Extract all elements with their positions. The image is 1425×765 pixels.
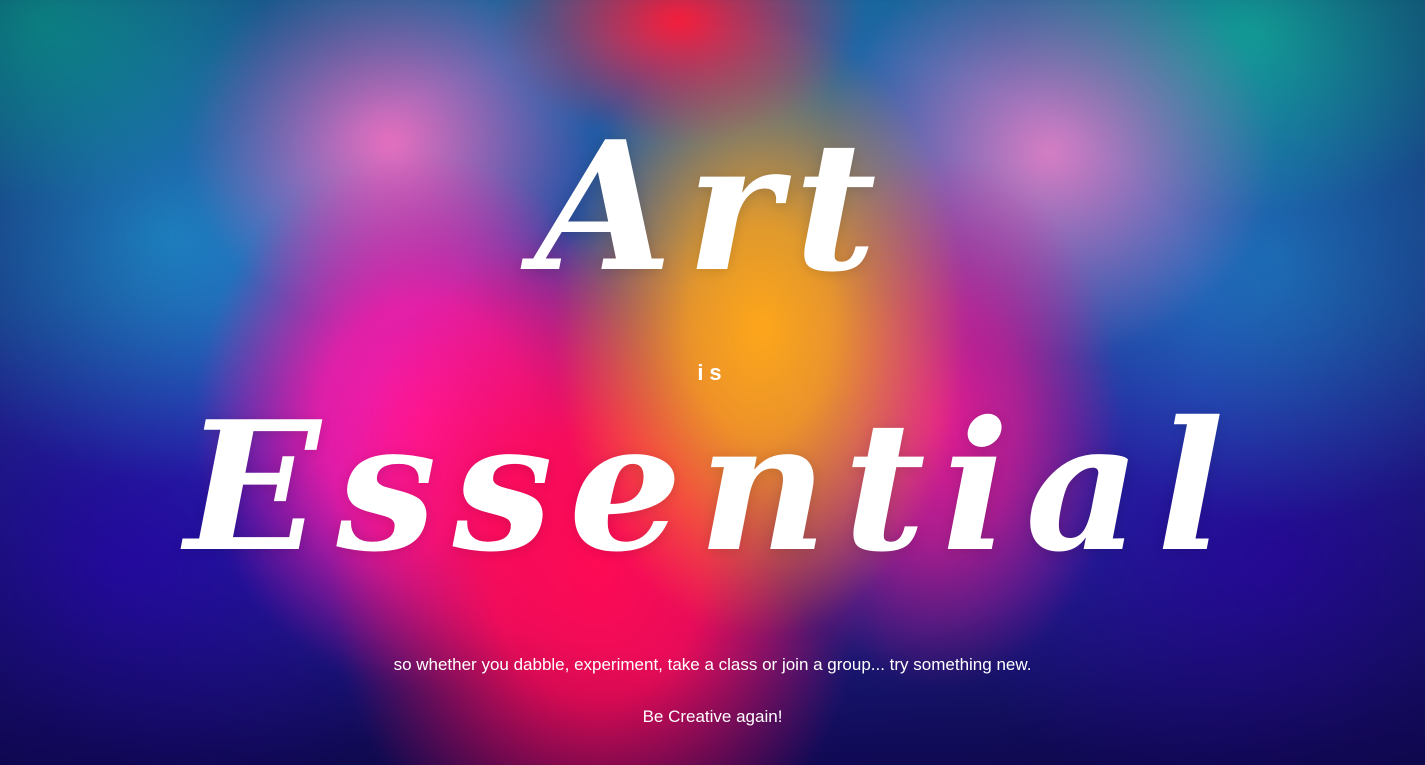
hero-tagline: so whether you dabble, experiment, take …: [393, 655, 1032, 674]
hero-cta-text: Be Creative again!: [642, 707, 783, 726]
hero-section: Art is Essential so whether you dabble, …: [0, 0, 1425, 765]
hero-content: Art is Essential so whether you dabble, …: [0, 0, 1425, 765]
hero-title-essential: Essential: [184, 382, 1241, 591]
hero-title-art: Art: [534, 102, 891, 311]
hero-connector-word: is: [697, 360, 728, 385]
